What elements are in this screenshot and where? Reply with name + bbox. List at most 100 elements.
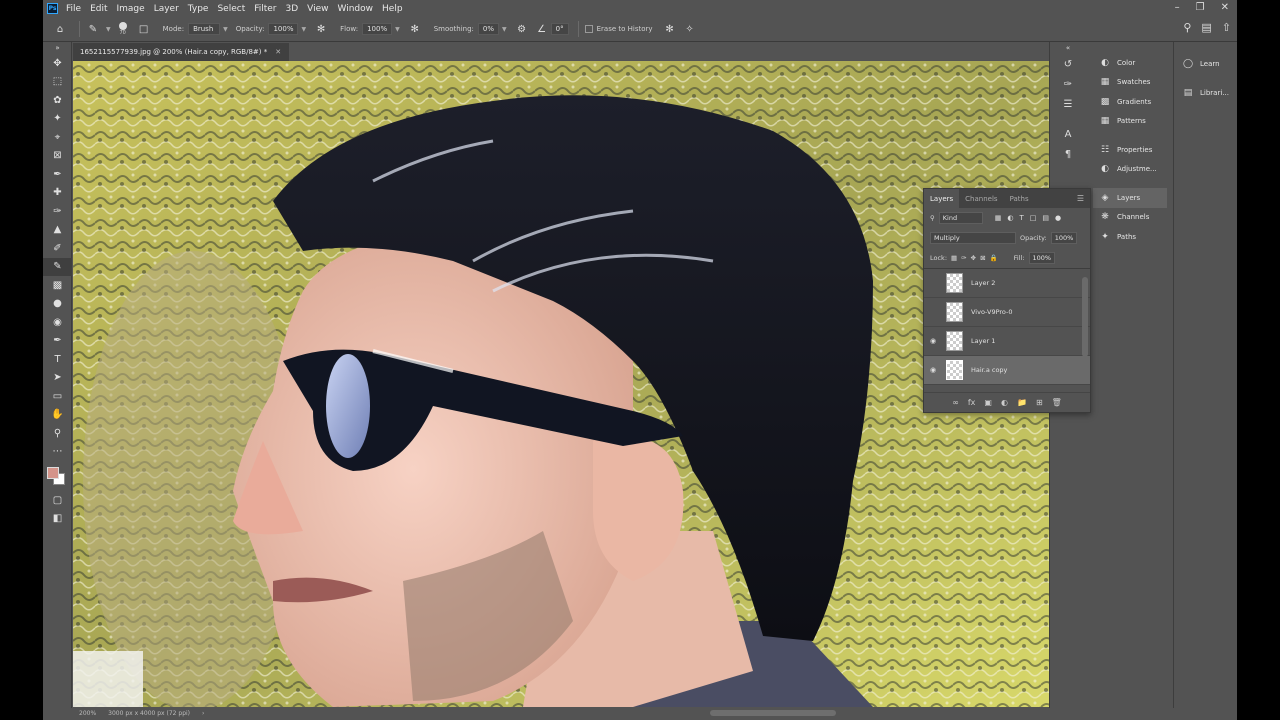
eye-icon[interactable]: ◉ bbox=[926, 366, 940, 374]
quick-mask-icon[interactable]: ▢ bbox=[43, 491, 72, 510]
path-selection-tool-icon[interactable]: ➤ bbox=[43, 369, 72, 388]
pressure-opacity-icon[interactable]: ✻ bbox=[314, 22, 328, 36]
adjustment-filter-icon[interactable]: ◐ bbox=[1007, 214, 1013, 222]
erase-to-history-checkbox[interactable] bbox=[584, 25, 593, 33]
gradient-tool-icon[interactable]: ▩ bbox=[43, 276, 72, 295]
photo-canvas[interactable] bbox=[73, 61, 1049, 707]
lock-transparent-icon[interactable]: ▦ bbox=[951, 254, 957, 262]
panel-paths[interactable]: ✦ Paths bbox=[1093, 227, 1167, 247]
panel-patterns[interactable]: ▦ Patterns bbox=[1093, 112, 1167, 132]
foreground-color-swatch[interactable] bbox=[47, 467, 59, 479]
history-brush-tool-icon[interactable]: ✐ bbox=[43, 239, 72, 258]
chevron-right-icon[interactable]: › bbox=[202, 710, 204, 717]
character-panel-icon[interactable]: A bbox=[1050, 124, 1086, 144]
type-tool-icon[interactable]: T bbox=[43, 350, 72, 369]
tool-presets-icon[interactable]: ☰ bbox=[1050, 94, 1086, 114]
opacity-field[interactable]: 100% bbox=[268, 23, 299, 35]
history-panel-icon[interactable]: ↺ bbox=[1050, 54, 1086, 74]
lock-all-icon[interactable]: 🔒 bbox=[990, 254, 998, 262]
minimize-icon[interactable]: – bbox=[1175, 2, 1180, 13]
move-tool-icon[interactable]: ✥ bbox=[43, 54, 72, 73]
panel-gradients[interactable]: ▩ Gradients bbox=[1093, 92, 1167, 112]
shape-filter-icon[interactable]: □ bbox=[1030, 214, 1037, 222]
airbrush-icon[interactable]: ✻ bbox=[408, 22, 422, 36]
pen-tool-icon[interactable]: ✒ bbox=[43, 332, 72, 351]
zoom-level[interactable]: 200% bbox=[79, 710, 96, 717]
restore-icon[interactable]: ❐ bbox=[1196, 2, 1205, 13]
layer-opacity-field[interactable]: 100% bbox=[1050, 232, 1078, 244]
brush-tool-icon[interactable]: ✑ bbox=[43, 202, 72, 221]
canvas-area[interactable] bbox=[73, 61, 1049, 707]
panel-adjustments[interactable]: ◐ Adjustme... bbox=[1093, 160, 1167, 180]
chevron-down-icon[interactable]: ▼ bbox=[223, 26, 228, 33]
smoothing-field[interactable]: 0% bbox=[477, 23, 500, 35]
pixel-filter-icon[interactable]: ▦ bbox=[995, 214, 1002, 222]
marquee-tool-icon[interactable]: ⬚ bbox=[43, 73, 72, 92]
lasso-tool-icon[interactable]: ✿ bbox=[43, 91, 72, 110]
symmetry-icon[interactable]: ✧ bbox=[683, 22, 697, 36]
home-icon[interactable]: ⌂ bbox=[53, 22, 67, 36]
menu-filter[interactable]: Filter bbox=[254, 4, 276, 14]
type-filter-icon[interactable]: T bbox=[1020, 214, 1024, 222]
share-icon[interactable]: ⇧ bbox=[1222, 21, 1231, 34]
panel-learn[interactable]: ◯ Learn bbox=[1174, 54, 1237, 74]
layers-scrollbar[interactable] bbox=[1082, 277, 1088, 357]
menu-view[interactable]: View bbox=[307, 4, 328, 14]
eraser-tool-icon[interactable]: ✎ bbox=[43, 257, 72, 276]
layer-row-selected[interactable]: ◉ Hair.a copy bbox=[924, 356, 1090, 385]
menu-help[interactable]: Help bbox=[382, 4, 403, 14]
tab-layers[interactable]: Layers bbox=[924, 189, 960, 208]
workspace-icon[interactable]: ▤ bbox=[1201, 21, 1211, 34]
layer-fill-field[interactable]: 100% bbox=[1028, 252, 1056, 264]
panel-menu-icon[interactable]: ☰ bbox=[1077, 194, 1084, 203]
lock-artboard-icon[interactable]: ⊠ bbox=[980, 254, 985, 262]
smoothing-options-icon[interactable]: ⚙ bbox=[515, 22, 529, 36]
brush-settings-panel-icon[interactable]: ✑ bbox=[1050, 74, 1086, 94]
tab-paths[interactable]: Paths bbox=[1004, 189, 1035, 208]
smart-object-filter-icon[interactable]: ▤ bbox=[1042, 214, 1049, 222]
filter-toggle-icon[interactable]: ● bbox=[1055, 214, 1061, 222]
chevron-down-icon[interactable]: ▼ bbox=[301, 26, 306, 33]
blur-tool-icon[interactable]: ● bbox=[43, 295, 72, 314]
flow-field[interactable]: 100% bbox=[362, 23, 393, 35]
quick-selection-tool-icon[interactable]: ✦ bbox=[43, 110, 72, 129]
panel-swatches[interactable]: ▦ Swatches bbox=[1093, 73, 1167, 93]
add-mask-icon[interactable]: ▣ bbox=[984, 398, 992, 407]
layer-row[interactable]: ◉ Layer 1 bbox=[924, 327, 1090, 356]
layer-row[interactable]: Vivo-V9Pro-0 bbox=[924, 298, 1090, 327]
chevron-down-icon[interactable]: ▼ bbox=[395, 26, 400, 33]
menu-edit[interactable]: Edit bbox=[90, 4, 107, 14]
lock-position-icon[interactable]: ✥ bbox=[971, 254, 976, 262]
blend-mode-select[interactable]: Multiply bbox=[930, 232, 1016, 244]
brush-settings-icon[interactable]: □ bbox=[137, 22, 151, 36]
menu-type[interactable]: Type bbox=[188, 4, 209, 14]
pressure-size-icon[interactable]: ✻ bbox=[663, 22, 677, 36]
hand-tool-icon[interactable]: ✋ bbox=[43, 406, 72, 425]
collapse-icon[interactable]: « bbox=[1050, 42, 1086, 54]
panel-color[interactable]: ◐ Color bbox=[1093, 53, 1167, 73]
dodge-tool-icon[interactable]: ◉ bbox=[43, 313, 72, 332]
filter-kind-select[interactable]: Kind bbox=[938, 212, 983, 224]
rectangle-tool-icon[interactable]: ▭ bbox=[43, 387, 72, 406]
frame-tool-icon[interactable]: ⊠ bbox=[43, 147, 72, 166]
tab-channels[interactable]: Channels bbox=[959, 189, 1003, 208]
menu-image[interactable]: Image bbox=[117, 4, 145, 14]
menu-file[interactable]: File bbox=[66, 4, 81, 14]
new-group-icon[interactable]: 📁 bbox=[1017, 398, 1027, 407]
close-icon[interactable]: ✕ bbox=[1221, 2, 1229, 13]
brush-preset-picker[interactable]: 70 bbox=[118, 22, 127, 36]
menu-window[interactable]: Window bbox=[338, 4, 374, 14]
panel-channels[interactable]: ❋ Channels bbox=[1093, 208, 1167, 228]
new-layer-icon[interactable]: ⊞ bbox=[1036, 398, 1043, 407]
lock-image-icon[interactable]: ✑ bbox=[961, 254, 966, 262]
panel-properties[interactable]: ☷ Properties bbox=[1093, 140, 1167, 160]
mode-select[interactable]: Brush bbox=[188, 23, 221, 35]
horizontal-scrollbar[interactable] bbox=[710, 710, 836, 716]
healing-brush-tool-icon[interactable]: ✚ bbox=[43, 184, 72, 203]
zoom-tool-icon[interactable]: ⚲ bbox=[43, 424, 72, 443]
angle-field[interactable]: 0° bbox=[550, 23, 569, 35]
trash-icon[interactable]: 🗑 bbox=[1052, 398, 1062, 407]
search-icon[interactable]: ⚲ bbox=[1183, 21, 1191, 34]
document-tab[interactable]: 1652115577939.jpg @ 200% (Hair.a copy, R… bbox=[73, 43, 289, 61]
eyedropper-tool-icon[interactable]: ✒ bbox=[43, 165, 72, 184]
